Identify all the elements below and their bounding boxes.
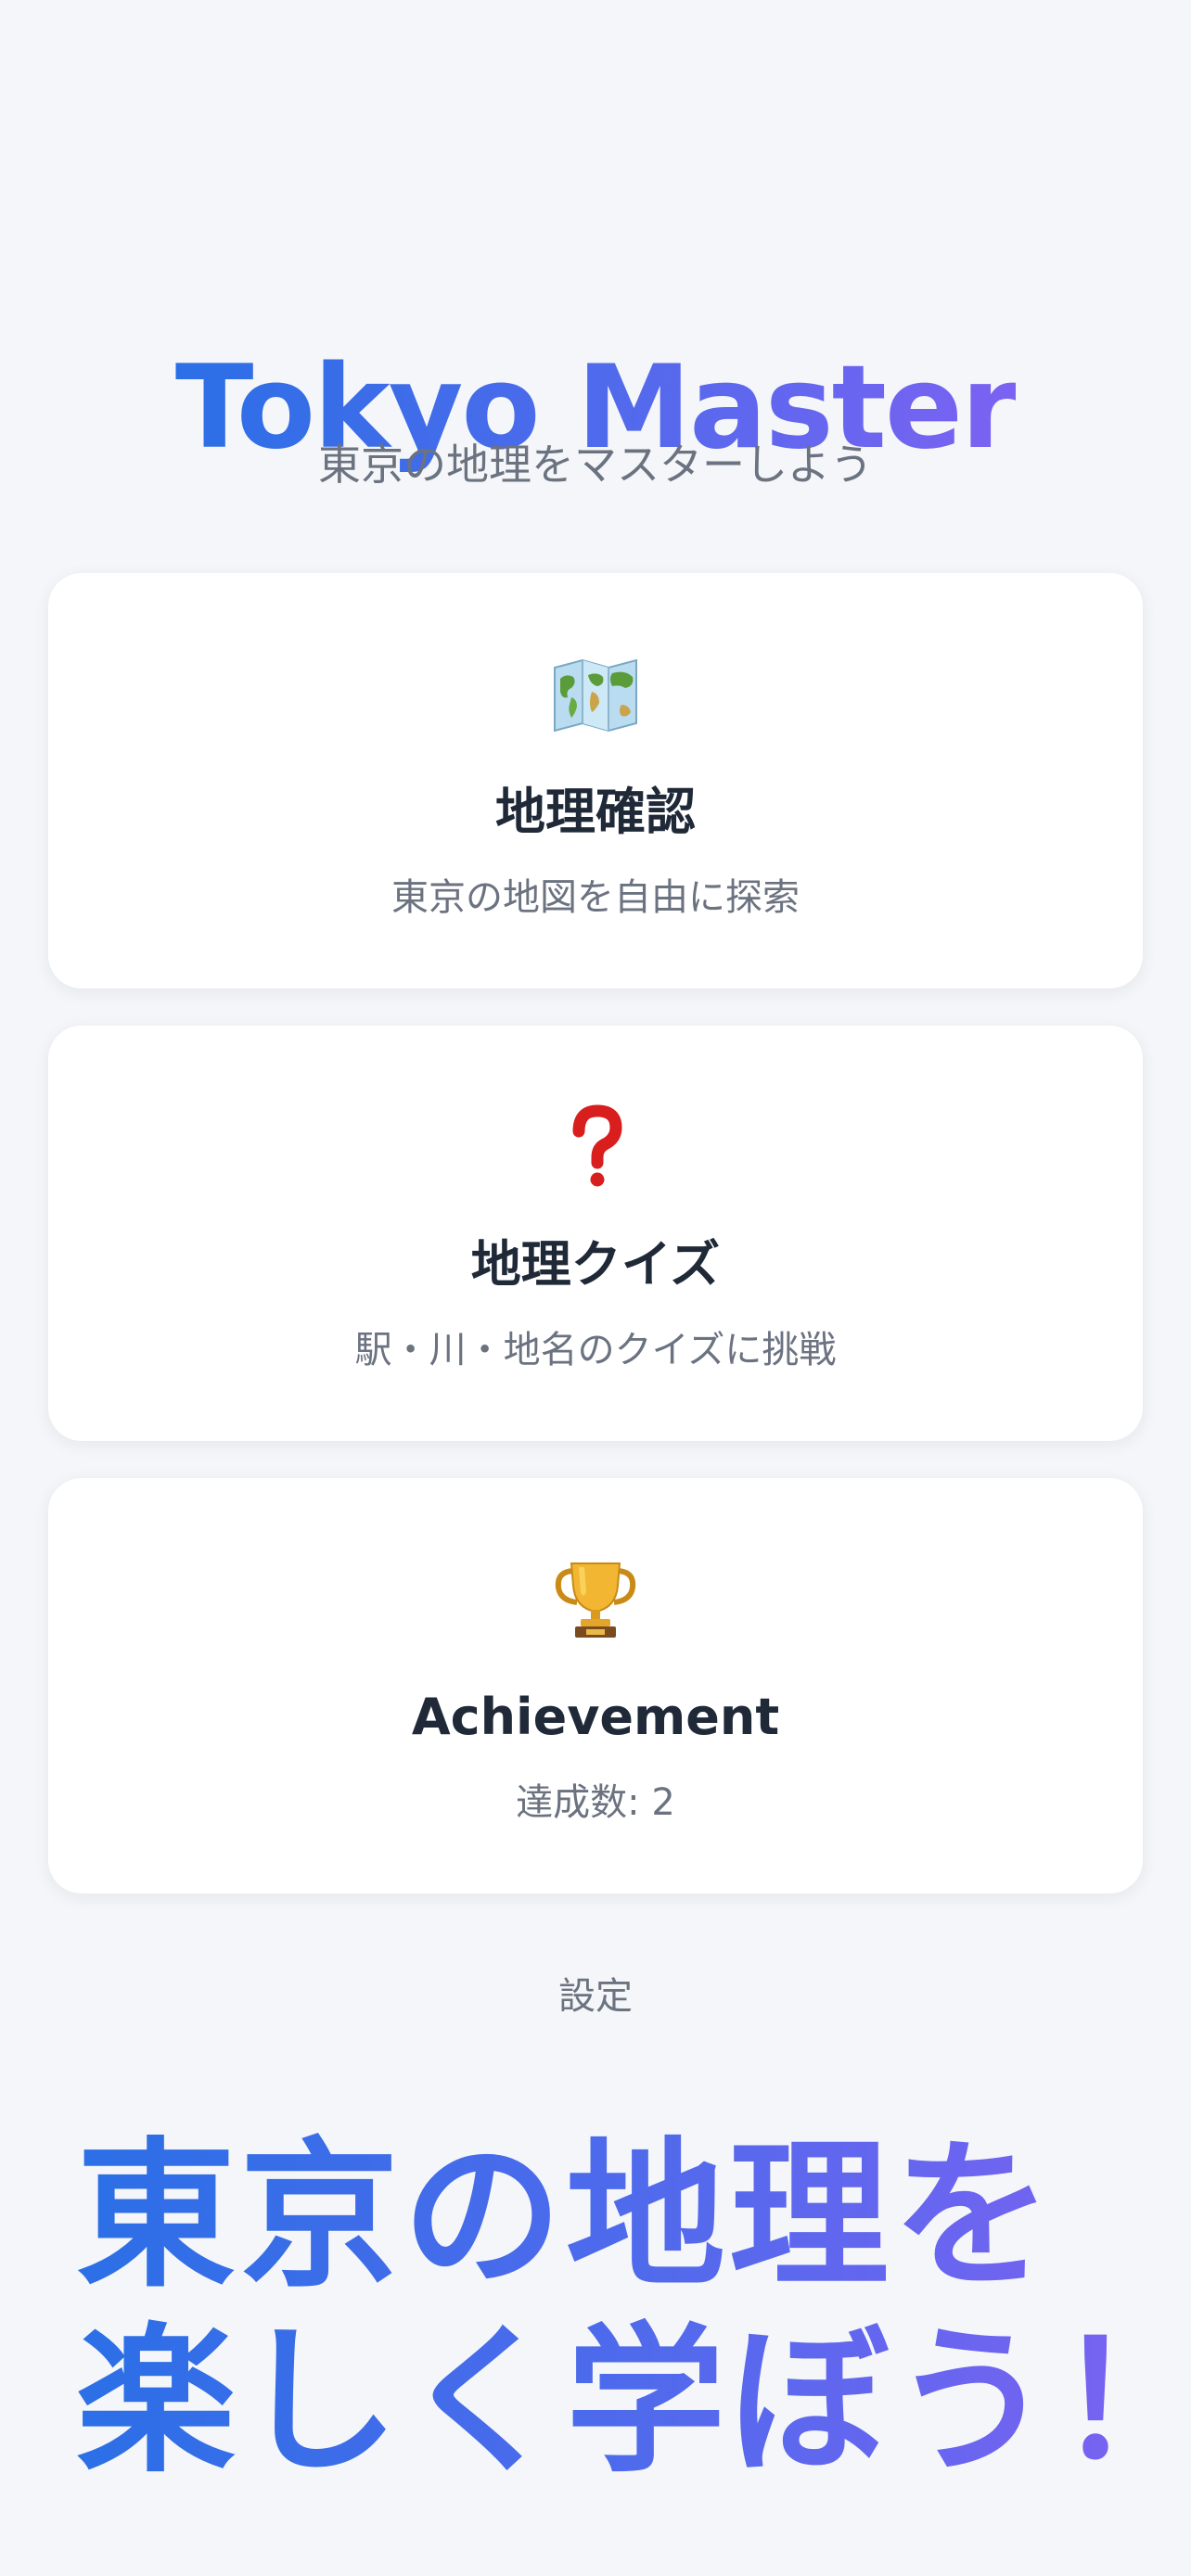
question-mark-icon [551,1102,640,1191]
settings-link[interactable]: 設定 [0,1966,1191,2027]
menu-card-geography-explore[interactable]: 地理確認 東京の地図を自由に探索 [48,573,1143,988]
menu-card-title: Achievement [411,1688,780,1746]
menu-card-geography-quiz[interactable]: 地理クイズ 駅・川・地名のクイズに挑戦 [48,1026,1143,1441]
achievement-count: 達成数: 2 [516,1781,675,1824]
menu-card-title: 地理クイズ [470,1235,721,1294]
map-icon [551,649,640,738]
promo-banner: 東京の地理を 楽しく学ぼう！ [76,2123,1191,2494]
app-subtitle: 東京の地理をマスターしよう [318,440,873,490]
menu-card-title: 地理確認 [495,783,696,841]
menu-card-description: 東京の地図を自由に探索 [391,876,800,919]
trophy-icon [551,1554,640,1643]
promo-banner-line-2: 楽しく学ぼう！ [76,2308,1191,2494]
promo-banner-line-1: 東京の地理を [76,2123,1171,2309]
menu-card-achievement[interactable]: Achievement 達成数: 2 [48,1478,1143,1894]
menu-card-description: 駅・川・地名のクイズに挑戦 [354,1329,837,1371]
